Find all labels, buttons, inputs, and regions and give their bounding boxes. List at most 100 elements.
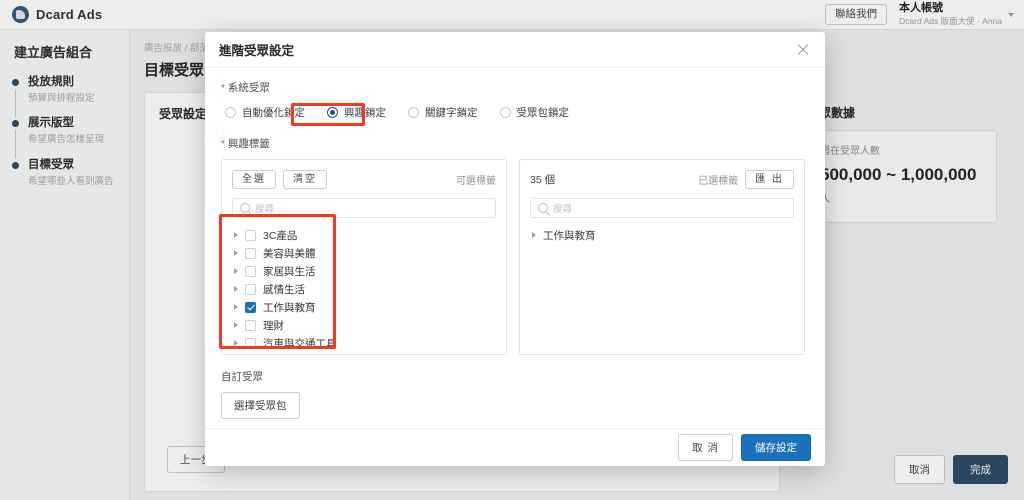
radio-label: 自動優化鎖定	[242, 107, 305, 119]
modal-title: 進階受眾設定	[219, 44, 295, 58]
potential-reach-label: 潛在受眾人數	[820, 146, 880, 157]
radio-icon	[499, 107, 511, 118]
modal-cancel-button[interactable]: 取 消	[678, 434, 733, 461]
contact-us-button[interactable]: 聯絡我們	[825, 4, 888, 25]
tag-label: 汽車與交通工具	[263, 337, 337, 350]
step-label: 展示版型	[28, 117, 74, 130]
step-connector	[15, 89, 16, 117]
chevron-right-icon[interactable]	[234, 322, 238, 328]
account-texts: 本人帳號 Dcard Ads 版面大使 · Anna	[899, 2, 1002, 26]
step-connector	[15, 130, 16, 159]
step-label: 投放規則	[28, 76, 74, 88]
available-tags-hint: 可選標籤	[456, 176, 496, 187]
sidebar: 建立廣告組合 投放規則 預算與排程設定 展示版型 希望廣告怎樣呈現 目標受眾 希…	[0, 30, 130, 500]
radio-label: 興趣鎖定	[344, 107, 386, 119]
list-item[interactable]: 工作與教育	[232, 298, 496, 316]
chevron-right-icon[interactable]	[234, 304, 238, 310]
step-sublabel: 希望哪些人看到廣告	[28, 175, 114, 187]
step-dot-icon	[12, 120, 19, 128]
system-audience-radio-group: 自動優化鎖定 興趣鎖定 關鍵字鎖定 受眾包鎖定	[221, 103, 809, 122]
select-all-button[interactable]: 全選	[232, 170, 276, 189]
available-tags-panel: 全選 清空 可選標籤 搜尋 3C產品 美容與美體 家居與生活 感情生活 工作與教…	[221, 159, 507, 355]
radio-keyword-targeting[interactable]: 關鍵字鎖定	[404, 103, 482, 122]
chevron-right-icon[interactable]	[234, 286, 238, 292]
potential-reach-box: 潛在受眾人數 500,000 ~ 1,000,000 人	[807, 130, 997, 224]
sidebar-step-display-format[interactable]: 展示版型 希望廣告怎樣呈現	[10, 116, 119, 159]
radio-label: 關鍵字鎖定	[425, 107, 478, 119]
list-item[interactable]: 美容與美體	[232, 244, 496, 262]
modal-footer: 取 消 儲存設定	[205, 428, 825, 466]
finish-button[interactable]: 完成	[953, 455, 1008, 484]
selected-tags-list: 工作與教育	[530, 225, 794, 244]
available-tags-header: 全選 清空 可選標籤	[232, 169, 496, 190]
chevron-right-icon[interactable]	[234, 250, 238, 256]
account-subtitle: Dcard Ads 版面大使 · Anna	[899, 16, 1002, 27]
advanced-audience-modal: 進階受眾設定 系統受眾 自動優化鎖定 興趣鎖定 關鍵字鎖定 受眾包鎖定 興趣標籤	[205, 32, 825, 466]
checkbox-icon[interactable]	[245, 283, 256, 295]
radio-audience-package-targeting[interactable]: 受眾包鎖定	[496, 103, 574, 122]
radio-icon	[225, 107, 236, 118]
chevron-right-icon[interactable]	[234, 268, 238, 274]
interest-tags-area: 全選 清空 可選標籤 搜尋 3C產品 美容與美體 家居與生活 感情生活 工作與教…	[221, 159, 809, 355]
top-bar: Dcard Ads 聯絡我們 本人帳號 Dcard Ads 版面大使 · Ann…	[0, 0, 1024, 30]
list-item[interactable]: 家居與生活	[232, 262, 496, 280]
account-menu[interactable]: 本人帳號 Dcard Ads 版面大使 · Anna	[899, 2, 1014, 26]
list-item[interactable]: 理財	[232, 316, 496, 334]
list-item[interactable]: 3C產品	[232, 226, 496, 244]
tag-label: 感情生活	[263, 283, 305, 296]
export-button[interactable]: 匯 出	[745, 170, 794, 189]
audience-data-title: 受眾數據	[807, 106, 856, 120]
list-item[interactable]: 汽車與交通工具	[232, 334, 496, 352]
checkbox-icon[interactable]	[245, 229, 256, 241]
interest-tags-label: 興趣標籤	[221, 136, 809, 151]
sidebar-step-target-audience[interactable]: 目標受眾 希望哪些人看到廣告	[10, 158, 119, 188]
checkbox-icon[interactable]	[245, 247, 256, 259]
radio-interest-targeting[interactable]: 興趣鎖定	[323, 103, 390, 122]
sidebar-title: 建立廣告組合	[14, 45, 93, 60]
step-sublabel: 希望廣告怎樣呈現	[28, 134, 105, 146]
tag-label: 理財	[263, 319, 284, 332]
select-audience-package-button[interactable]: 選擇受眾包	[221, 392, 300, 419]
list-item[interactable]: 感情生活	[232, 280, 496, 298]
custom-audience-label: 自訂受眾	[221, 371, 263, 383]
checkbox-icon[interactable]	[245, 265, 256, 277]
tag-label: 工作與教育	[543, 229, 596, 242]
chevron-right-icon[interactable]	[234, 232, 238, 238]
tag-label: 美容與美體	[263, 247, 316, 260]
selected-tags-search-input[interactable]: 搜尋	[530, 198, 794, 218]
cancel-button[interactable]: 取消	[894, 455, 945, 484]
radio-icon	[408, 107, 419, 118]
step-list: 投放規則 預算與排程設定 展示版型 希望廣告怎樣呈現 目標受眾 希望哪些人看到廣…	[10, 75, 119, 188]
modal-header: 進階受眾設定	[205, 32, 825, 68]
chevron-right-icon[interactable]	[234, 340, 238, 346]
brand-name: Dcard Ads	[36, 7, 103, 22]
search-placeholder: 搜尋	[255, 204, 275, 215]
search-placeholder: 搜尋	[553, 204, 573, 215]
checkbox-icon[interactable]	[245, 319, 256, 331]
available-tags-search-input[interactable]: 搜尋	[232, 198, 496, 218]
selected-tags-header: 35 個 已選標籤 匯 出	[530, 169, 794, 190]
modal-body: 系統受眾 自動優化鎖定 興趣鎖定 關鍵字鎖定 受眾包鎖定 興趣標籤	[205, 68, 825, 428]
sidebar-step-delivery-rules[interactable]: 投放規則 預算與排程設定	[10, 75, 119, 117]
modal-save-button[interactable]: 儲存設定	[741, 434, 811, 461]
dcard-logo-icon	[12, 6, 29, 23]
chevron-right-icon[interactable]	[532, 232, 536, 238]
potential-reach-value: 500,000 ~ 1,000,000 人	[820, 164, 984, 208]
available-tags-list: 3C產品 美容與美體 家居與生活 感情生活 工作與教育 理財 汽車與交通工具	[232, 225, 496, 352]
account-name: 本人帳號	[899, 2, 944, 15]
radio-auto-optimize[interactable]: 自動優化鎖定	[221, 103, 309, 122]
chevron-down-icon	[1008, 12, 1014, 17]
list-item[interactable]: 工作與教育	[530, 226, 794, 244]
checkbox-icon-checked[interactable]	[245, 301, 256, 313]
checkbox-icon[interactable]	[245, 337, 256, 349]
clear-all-button[interactable]: 清空	[283, 170, 327, 189]
selected-tags-hint: 已選標籤	[698, 176, 739, 187]
selected-tags-actions: 已選標籤 匯 出	[698, 170, 794, 189]
brand[interactable]: Dcard Ads	[12, 6, 102, 23]
system-audience-label: 系統受眾	[221, 80, 809, 95]
step-dot-icon	[12, 161, 19, 169]
custom-audience-section: 自訂受眾 選擇受眾包 如欲新增受眾包可至 資產庫 > 受眾包 進行設定新增	[221, 369, 809, 428]
selected-tags-count: 35 個	[530, 174, 556, 186]
potential-reach-number: 500,000 ~ 1,000,000	[820, 165, 977, 184]
close-icon[interactable]	[795, 42, 811, 58]
